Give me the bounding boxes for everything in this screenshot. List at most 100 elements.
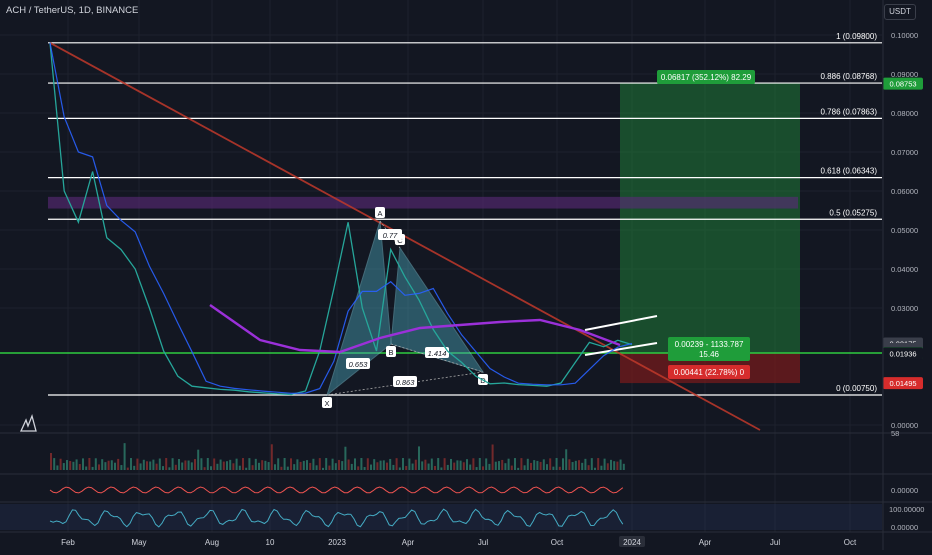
volume-bar [110, 460, 113, 470]
volume-bar [507, 458, 510, 470]
volume-bar [78, 464, 81, 470]
volume-bar [258, 462, 260, 470]
volume-bar [194, 459, 196, 470]
volume-bar [392, 464, 395, 470]
price-series [49, 42, 633, 396]
volume-bar [366, 458, 369, 470]
volume-bar [286, 466, 289, 470]
fib-level-label: 0 (0.00750) [836, 384, 877, 393]
volume-bar [219, 459, 222, 470]
volume-bar [350, 463, 353, 470]
volume-bar [126, 467, 129, 470]
volume-bar [197, 449, 200, 470]
volume-bar [539, 461, 542, 470]
volume-scale-label: 58 [891, 429, 899, 438]
volume-bar [235, 458, 238, 470]
volume-bar [341, 461, 344, 470]
volume-bar [94, 458, 97, 470]
volume-bar [155, 463, 158, 470]
oscillator2-band [0, 504, 882, 530]
tradingview-logo-icon [19, 413, 37, 432]
y-tick-label: 0.04000 [891, 265, 918, 274]
volume-bar [347, 459, 350, 470]
harmonic-ratio-label: 0.863 [396, 378, 416, 387]
volume-bar [120, 465, 123, 470]
currency-selector[interactable]: USDT [884, 4, 916, 20]
volume-bar [254, 458, 257, 470]
volume-bar [270, 444, 273, 470]
volume-bar [187, 460, 190, 470]
volume-bar [293, 464, 296, 470]
volume-bar [427, 463, 430, 470]
volume-bar [251, 465, 254, 470]
volume-bar [302, 460, 305, 470]
volume-bar [453, 462, 456, 470]
volume-bar [280, 466, 283, 470]
entry-label-text: 15.46 [699, 350, 720, 359]
volume-bar [142, 459, 145, 470]
volume-bar [222, 461, 225, 470]
volume-bar [354, 458, 356, 470]
x-tick-label: Oct [551, 538, 564, 547]
x-axis[interactable]: Feb May Aug 10 2023 Apr Jul Oct 2024 Apr Jul Oct [0, 531, 932, 547]
volume-bar [261, 460, 264, 470]
volume-bar [520, 458, 523, 470]
y-tick-label: 0.10000 [891, 31, 918, 40]
volume-bar [370, 464, 372, 470]
volume-bar [107, 460, 110, 470]
y-axis[interactable]: 0.100000.090000.080000.070000.060000.050… [882, 0, 924, 550]
x-tick-label: Oct [844, 538, 857, 547]
harmonic-ratio-label: 1.414 [428, 349, 447, 358]
volume-bar [498, 461, 500, 470]
volume-bar [430, 458, 433, 470]
volume-bar [526, 458, 529, 470]
volume-bar [437, 458, 440, 470]
osc1-value-label: 0.00000 [891, 486, 918, 495]
chart-canvas[interactable]: 1 (0.09800) 0.886 (0.08768) 0.786 (0.07863… [0, 0, 932, 550]
volume-bar [130, 458, 132, 470]
price-badge-label: 0.08753 [889, 80, 916, 89]
volume-bar [568, 459, 571, 470]
volume-bar [514, 458, 516, 470]
volume-bar [475, 467, 478, 470]
volume-bar [158, 458, 161, 470]
volume-bar [389, 458, 392, 470]
volume-bar [114, 462, 116, 470]
volume-bar [574, 460, 577, 470]
volume-bar [66, 460, 68, 470]
price-badge-label: 0.01936 [889, 349, 916, 358]
volume-bar [613, 461, 616, 470]
volume-bar [571, 462, 574, 470]
volume-bar [462, 462, 465, 470]
volume-bar [139, 463, 142, 470]
volume-bar [210, 466, 212, 470]
volume-bar [171, 458, 174, 470]
x-tick-label: Jul [478, 538, 488, 547]
volume-bar [331, 458, 334, 470]
volume-bar [504, 463, 507, 470]
volume-bar [232, 463, 235, 470]
volume-bar [533, 460, 536, 470]
volume-bar [565, 449, 568, 470]
volume-bar [395, 458, 398, 470]
volume-bar [542, 459, 545, 470]
volume-bar [510, 465, 513, 470]
volume-bar [466, 459, 468, 470]
volume-bar [421, 461, 424, 470]
volume-bar [590, 458, 593, 470]
volume-bar [357, 466, 360, 470]
harmonic-ratio-label: 0.653 [349, 360, 369, 369]
volume-bar [619, 459, 622, 470]
volume-bar [603, 458, 606, 470]
volume-bar [418, 446, 420, 470]
chart-svg[interactable]: 1 (0.09800) 0.886 (0.08768) 0.786 (0.07863… [0, 0, 932, 550]
ma-fast-line [49, 42, 633, 394]
volume-bar [200, 458, 203, 470]
volume-bar [72, 461, 75, 470]
volume-bar [562, 458, 564, 470]
volume-bar [469, 464, 472, 470]
volume-bar [242, 458, 244, 470]
price-line [49, 42, 633, 396]
volume-bar [213, 458, 216, 470]
volume-bar [290, 458, 292, 470]
